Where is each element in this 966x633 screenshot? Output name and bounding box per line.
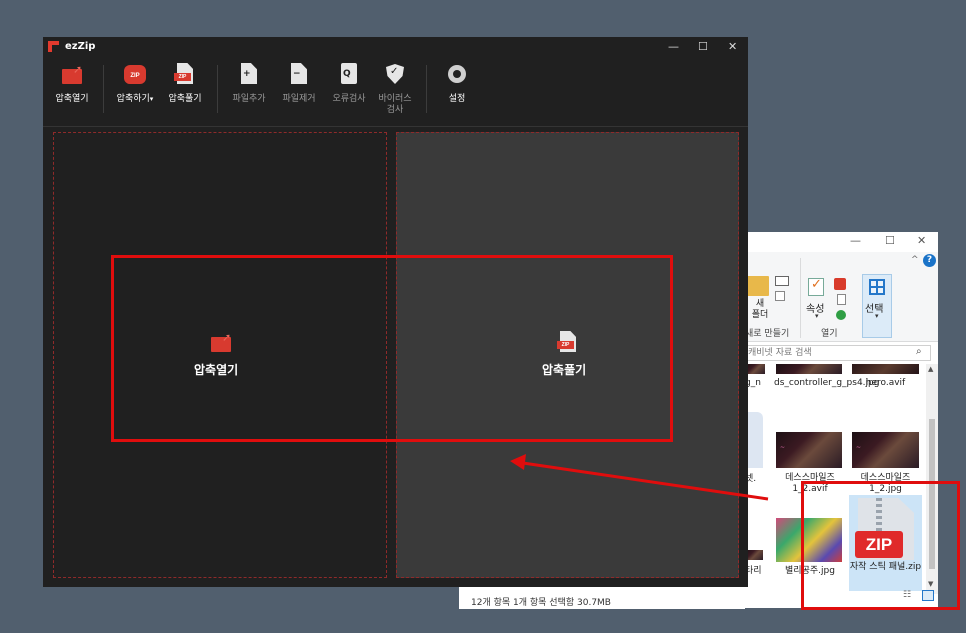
drag-arrow-icon	[510, 454, 769, 501]
